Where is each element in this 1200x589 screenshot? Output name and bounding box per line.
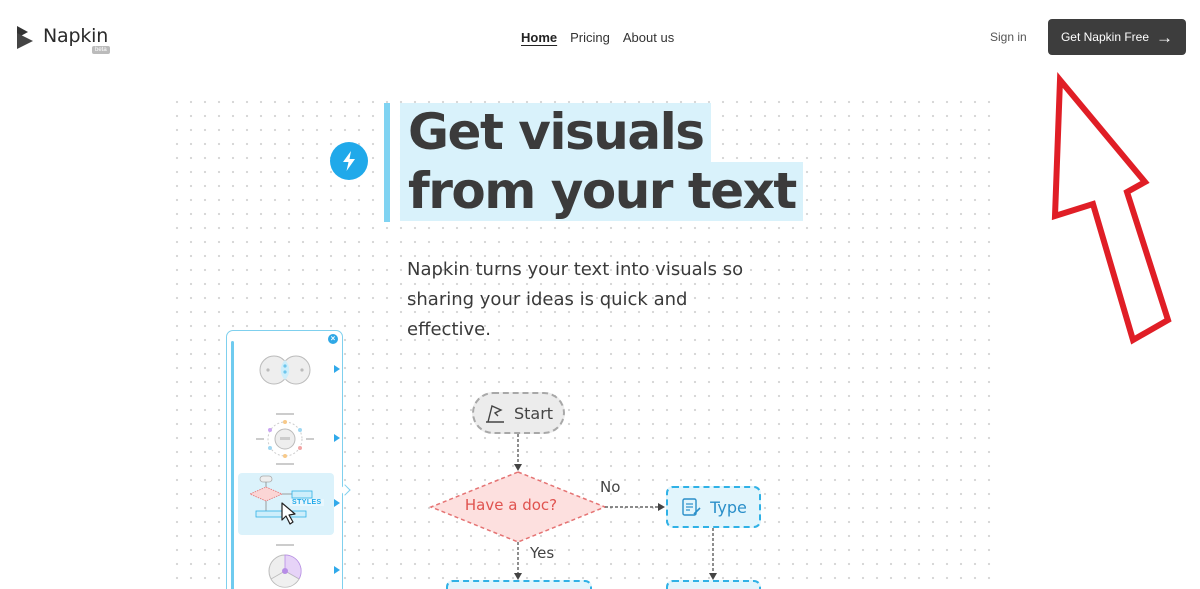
style-thumb-flowchart[interactable]: STYLES [238, 473, 340, 535]
expand-arrow-icon [334, 365, 340, 373]
brand-name: Napkin [43, 25, 109, 47]
start-label: Start [513, 403, 554, 423]
arrow-right-icon: → [1156, 27, 1174, 47]
flowchart-start-node: Start [472, 392, 565, 434]
flag-icon [485, 405, 504, 423]
beta-badge: beta [92, 46, 110, 54]
decision-label: Have a doc? [464, 496, 558, 514]
type-label: Type [710, 497, 747, 517]
hero-subtitle: Napkin turns your text into visuals so s… [407, 259, 744, 340]
flowchart-node-bottom-right [666, 580, 761, 589]
nav-pricing-link[interactable]: Pricing [570, 30, 610, 45]
sample-flowchart: Start Have a doc? No Yes Type [420, 380, 780, 589]
nav-home-link[interactable]: Home [521, 30, 557, 45]
pie-diagram-icon [268, 544, 302, 588]
style-thumb-venn[interactable] [238, 339, 340, 401]
styles-tag: STYLES [290, 499, 324, 506]
main-nav: Home Pricing About us [521, 30, 674, 45]
hero-headline: Get visuals from your text [400, 103, 803, 221]
document-edit-icon [682, 498, 701, 516]
headline-line-1: Get visuals [400, 103, 711, 162]
expand-arrow-icon [334, 499, 340, 507]
red-annotation-arrow-icon [1051, 72, 1172, 345]
cta-label: Get Napkin Free [1060, 30, 1150, 44]
style-thumb-pie[interactable] [238, 540, 340, 589]
style-thumb-cycle[interactable] [238, 408, 340, 470]
headline-line-2: from your text [400, 162, 803, 221]
expand-arrow-icon [334, 434, 340, 442]
expand-arrow-icon [334, 566, 340, 574]
flowchart-node-bottom-left [446, 580, 592, 589]
venn-diagram-icon [259, 355, 311, 385]
panel-scrollbar[interactable] [231, 341, 234, 589]
styles-panel: × STYLES [226, 330, 343, 589]
get-napkin-free-button[interactable]: Get Napkin Free → [1048, 19, 1186, 55]
lightning-bolt-icon [330, 142, 368, 180]
nav-about-link[interactable]: About us [623, 30, 674, 45]
headline-accent-bar [384, 103, 390, 222]
flowchart-type-node: Type [666, 486, 761, 528]
napkin-logo-icon [17, 26, 33, 49]
sign-in-link[interactable]: Sign in [990, 30, 1027, 44]
cycle-diagram-icon [256, 413, 314, 465]
yes-branch-label: Yes [530, 544, 555, 562]
no-branch-label: No [600, 478, 621, 496]
napkin-logo[interactable]: Napkin beta [16, 24, 110, 54]
